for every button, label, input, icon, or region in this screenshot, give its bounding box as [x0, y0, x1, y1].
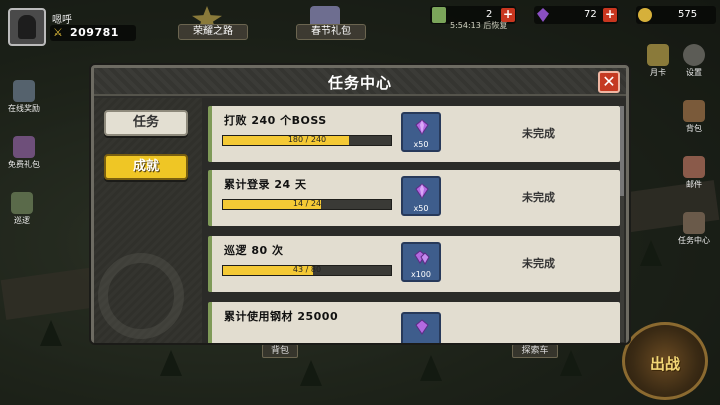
- timer-value: 5:54:13: [450, 21, 481, 30]
- task-status: 未完成: [522, 127, 555, 140]
- explore-vehicle-label[interactable]: 探索车: [512, 344, 558, 358]
- power-value: 209781: [70, 26, 119, 39]
- list-scrollbar-thumb[interactable]: [620, 106, 624, 196]
- vip-icon: [647, 44, 669, 66]
- task-status: 未完成: [522, 257, 555, 270]
- player-avatar[interactable]: [8, 8, 46, 46]
- battle-button[interactable]: 出战: [622, 322, 708, 400]
- add-gems-button[interactable]: +: [603, 8, 617, 22]
- mail-button[interactable]: 邮件: [672, 156, 716, 190]
- coin-resource: 575: [636, 6, 716, 24]
- task-status: 未完成: [522, 191, 555, 204]
- glory-road-label: 荣耀之路: [178, 24, 248, 40]
- gem-resource: 72 +: [534, 6, 618, 24]
- task-center-dialog: 任务中心 ✕ 任务 成就 打败 240 个BOSS 180 / 240 x50 …: [91, 65, 629, 343]
- close-icon[interactable]: ✕: [598, 71, 620, 93]
- faction-emblem-icon: [98, 253, 184, 339]
- glory-road-button[interactable]: 荣耀之路: [178, 6, 248, 44]
- gear-icon: [683, 44, 705, 66]
- mail-icon: [683, 156, 705, 178]
- timer-label: 后恢复: [483, 21, 508, 30]
- crossed-swords-icon: ⚔: [53, 26, 63, 39]
- task-title: 巡逻 80 次: [224, 244, 284, 257]
- reward-slot[interactable]: x50: [401, 112, 441, 152]
- patrol-button[interactable]: 巡逻: [0, 192, 44, 226]
- progress-bar: 180 / 240: [222, 135, 392, 146]
- reward-quantity: x100: [410, 270, 431, 279]
- spring-gift-button[interactable]: 春节礼包: [296, 6, 366, 44]
- task-center-button[interactable]: 任务中心: [672, 212, 716, 246]
- progress-text: 14 / 24: [292, 199, 322, 208]
- reward-slot[interactable]: [401, 312, 441, 343]
- bottom-backpack-label[interactable]: 背包: [262, 344, 298, 358]
- list-item: 打败 240 个BOSS 180 / 240 x50 未完成: [208, 106, 620, 162]
- patrol-label: 巡逻: [14, 216, 30, 225]
- purple-gem-icon: [415, 319, 429, 335]
- online-reward-label: 在线奖励: [8, 104, 40, 113]
- task-title: 累计使用钢材 25000: [224, 310, 339, 323]
- player-name: 嗯呼: [52, 15, 72, 26]
- progress-text: 43 / 80: [292, 265, 322, 274]
- tab-column: 任务 成就: [94, 98, 202, 343]
- energy-timer: 5:54:13 后恢复: [450, 20, 507, 31]
- purple-gem-icon: [415, 183, 429, 199]
- reward-quantity: x50: [413, 140, 429, 149]
- energy-icon: [432, 7, 446, 23]
- online-reward-icon: [13, 80, 35, 102]
- progress-bar: 14 / 24: [222, 199, 392, 210]
- purple-gem-cluster-icon: [414, 250, 430, 265]
- backpack-label: 背包: [686, 124, 702, 133]
- tab-tasks[interactable]: 任务: [104, 110, 188, 136]
- coin-icon: [638, 8, 652, 22]
- achievement-list[interactable]: 打败 240 个BOSS 180 / 240 x50 未完成 累计登录 24 天…: [208, 106, 620, 343]
- task-title: 打败 240 个BOSS: [224, 114, 327, 127]
- battle-label: 出战: [649, 355, 680, 373]
- settings-button[interactable]: 设置: [672, 44, 716, 78]
- free-gift-label: 免费礼包: [8, 160, 40, 169]
- coin-value: 575: [678, 9, 698, 20]
- gem-icon: [537, 8, 549, 22]
- patrol-icon: [11, 192, 33, 214]
- task-center-label: 任务中心: [678, 236, 710, 245]
- settings-label: 设置: [686, 68, 702, 77]
- energy-value: 2: [486, 9, 493, 20]
- dialog-body: 任务 成就 打败 240 个BOSS 180 / 240 x50 未完成 累计登…: [94, 98, 626, 343]
- mail-label: 邮件: [686, 180, 702, 189]
- tab-achievements[interactable]: 成就: [104, 154, 188, 180]
- list-item: 累计登录 24 天 14 / 24 x50 未完成: [208, 170, 620, 226]
- reward-quantity: x50: [413, 204, 429, 213]
- progress-bar: 43 / 80: [222, 265, 392, 276]
- free-gift-button[interactable]: 免费礼包: [2, 136, 46, 170]
- power-panel: ⚔ 209781: [50, 25, 136, 41]
- list-item: 累计使用钢材 25000: [208, 302, 620, 343]
- task-scroll-icon: [683, 212, 705, 234]
- backpack-icon: [683, 100, 705, 122]
- gem-value: 72: [584, 9, 597, 20]
- purple-gem-icon: [415, 119, 429, 135]
- spring-gift-label: 春节礼包: [296, 24, 366, 40]
- online-reward-button[interactable]: 在线奖励: [2, 80, 46, 114]
- task-title: 累计登录 24 天: [224, 178, 307, 191]
- backpack-button[interactable]: 背包: [672, 100, 716, 134]
- dialog-header: 任务中心 ✕: [94, 68, 626, 96]
- progress-text: 180 / 240: [287, 135, 327, 144]
- free-gift-icon: [13, 136, 35, 158]
- list-item: 巡逻 80 次 43 / 80 x100 未完成: [208, 236, 620, 292]
- reward-slot[interactable]: x50: [401, 176, 441, 216]
- dialog-title: 任务中心: [327, 74, 392, 92]
- game-scene: 嗯呼 ⚔ 209781 荣耀之路 春节礼包 2 + 5:54:13 后恢复 72…: [0, 0, 720, 405]
- reward-slot[interactable]: x100: [401, 242, 441, 282]
